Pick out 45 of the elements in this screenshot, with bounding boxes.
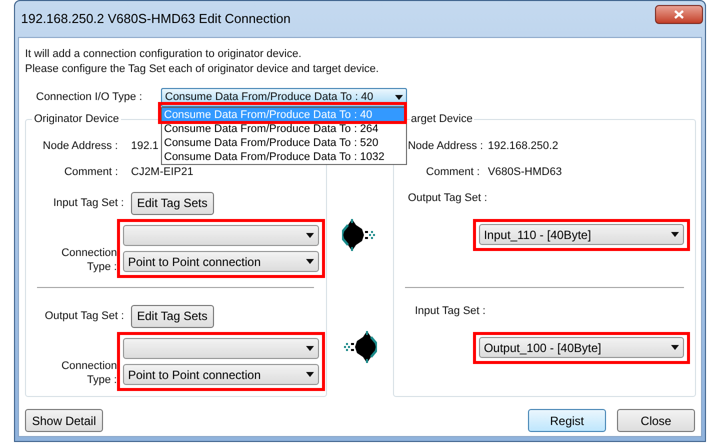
field-label: Input Tag Set : [52, 196, 124, 211]
field-label: Connection Type : [60, 246, 117, 275]
dropdown[interactable]: Input_110 - [40Byte] [478, 224, 684, 245]
dropdown-option[interactable]: Consume Data From/Produce Data To : 264 [162, 122, 406, 136]
dropdown-option[interactable]: Consume Data From/Produce Data To : 520 [162, 136, 406, 150]
field-value: V680S-HMD63 [488, 164, 562, 180]
caret-icon [306, 233, 314, 238]
field-label: Comment : [425, 164, 480, 180]
diamond-connector-icon [342, 219, 378, 251]
close-button[interactable] [655, 5, 703, 24]
caret-icon [395, 95, 403, 100]
close-icon [674, 10, 684, 19]
dropdown[interactable]: Point to Point connection [123, 364, 320, 385]
dialog-button[interactable]: Regist [528, 409, 606, 432]
dialog-button[interactable]: Edit Tag Sets [131, 192, 214, 214]
field-label: Output Tag Set : [44, 308, 124, 324]
dialog-button[interactable]: Show Detail [25, 409, 103, 432]
field-label: Comment : [63, 164, 118, 180]
field-label: Output Tag Set : [408, 190, 488, 206]
dropdown[interactable]: Point to Point connection [123, 251, 320, 272]
group-title: arget Device [410, 111, 474, 128]
field-label: Node Address : [42, 138, 118, 154]
field-value: CJ2M-EIP21 [131, 164, 194, 180]
group-title: Originator Device [32, 111, 121, 128]
field-label: Input Tag Set : [414, 304, 486, 319]
instruction-text: Please configure the Tag Set each of originator device and target device. [25, 62, 380, 77]
dropdown-option[interactable]: Consume Data From/Produce Data To : 1032 [162, 150, 406, 164]
caret-icon [306, 259, 314, 264]
field-label: Connection Type : [60, 359, 117, 388]
dropdown[interactable] [123, 338, 320, 359]
caret-icon [306, 346, 314, 351]
field-label: Connection I/O Type : [36, 90, 144, 106]
caret-icon [306, 372, 314, 377]
instruction-text: It will add a connection configuration to originator device. [25, 47, 302, 62]
field-value: 192.168.250.2 [488, 138, 558, 154]
caret-icon [671, 345, 679, 350]
dialog-button[interactable]: Close [617, 409, 695, 432]
field-value: 192.1 [131, 138, 159, 154]
window-title: 192.168.250.2 V680S-HMD63 Edit Connection [21, 10, 291, 28]
caret-icon [671, 232, 679, 237]
dropdown[interactable] [123, 225, 320, 246]
diamond-connector-icon [342, 331, 378, 363]
dropdown[interactable]: Output_100 - [40Byte] [478, 337, 684, 358]
dialog-button[interactable]: Edit Tag Sets [131, 304, 214, 328]
field-label: Node Address : [408, 138, 480, 154]
